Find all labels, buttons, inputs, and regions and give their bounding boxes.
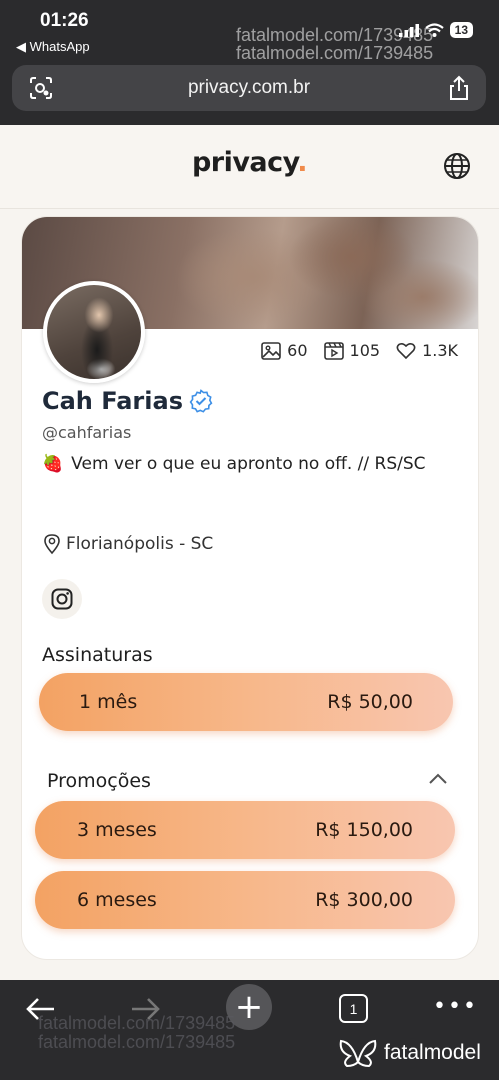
site-header: privacy. — [0, 125, 499, 209]
url-text: privacy.com.br — [187, 77, 311, 98]
plan-price: R$ 300,00 — [315, 889, 413, 911]
image-icon — [261, 341, 281, 360]
profile-bio: 🍓 Vem ver o que eu apronto no off. // RS… — [42, 454, 426, 474]
plan-6-months-button[interactable]: 6 meses R$ 300,00 — [35, 871, 455, 929]
status-time: 01:26 — [40, 10, 89, 31]
images-stat[interactable]: 60 — [261, 341, 308, 360]
plan-1-month-button[interactable]: 1 mês R$ 50,00 — [39, 673, 453, 731]
likes-count: 1.3K — [422, 341, 458, 360]
tabs-button[interactable]: 1 — [339, 994, 368, 1023]
plan-price: R$ 150,00 — [315, 819, 413, 841]
globe-icon[interactable] — [443, 152, 471, 180]
battery-indicator: 13 — [449, 22, 473, 38]
heart-icon — [396, 342, 416, 359]
fatalmodel-logo-text: fatalmodel — [384, 1041, 481, 1064]
videos-count: 105 — [349, 341, 381, 360]
plan-price: R$ 50,00 — [327, 691, 413, 713]
profile-stats: 60 105 1.3K — [261, 341, 458, 360]
privacy-logo[interactable]: privacy. — [0, 147, 499, 178]
strawberry-emoji: 🍓 — [42, 454, 64, 474]
brand-dot: . — [297, 147, 308, 178]
likes-stat[interactable]: 1.3K — [396, 341, 458, 360]
bio-text: Vem ver o que eu apronto no off. // RS/S… — [71, 454, 426, 474]
profile-card: 60 105 1.3K Cah Farias @cahfarias 🍓 Vem … — [21, 216, 479, 960]
avatar[interactable] — [43, 281, 145, 383]
profile-name: Cah Farias — [42, 387, 183, 415]
images-count: 60 — [287, 341, 308, 360]
share-icon[interactable] — [448, 75, 470, 101]
location-pin-icon — [44, 534, 60, 555]
more-options-icon[interactable]: ••• — [433, 994, 478, 1019]
plan-label: 6 meses — [77, 889, 157, 911]
brand-text: privacy — [191, 147, 298, 178]
browser-bottom-bar: + 1 ••• fatalmodel.com/1739485 fatalmode… — [0, 980, 499, 1080]
watermark-bottom-1: fatalmodel.com/1739485 — [38, 1013, 236, 1033]
plan-label: 1 mês — [79, 691, 138, 713]
butterfly-logo-icon — [339, 1039, 377, 1068]
browser-top-chrome: 01:26 ◀ WhatsApp 13 fatalmodel.com/17394… — [0, 0, 499, 125]
profile-location: Florianópolis - SC — [42, 533, 213, 555]
verified-badge-icon — [189, 389, 213, 413]
page-settings-icon[interactable] — [28, 76, 54, 100]
plan-3-months-button[interactable]: 3 meses R$ 150,00 — [35, 801, 455, 859]
video-icon — [323, 341, 344, 360]
profile-handle: @cahfarias — [42, 423, 132, 442]
promotions-title: Promoções — [47, 770, 151, 792]
url-bar[interactable]: privacy.com.br — [12, 65, 486, 111]
fatalmodel-logo: fatalmodel — [338, 1038, 481, 1068]
watermark-bottom-2: fatalmodel.com/1739485 — [38, 1032, 236, 1052]
instagram-icon — [51, 588, 73, 610]
instagram-button[interactable] — [42, 579, 82, 619]
name-row: Cah Farias — [42, 387, 213, 415]
plan-label: 3 meses — [77, 819, 157, 841]
back-to-whatsapp-link[interactable]: ◀ WhatsApp — [16, 39, 90, 55]
location-text: Florianópolis - SC — [66, 534, 214, 554]
videos-stat[interactable]: 105 — [323, 341, 381, 360]
chevron-up-icon[interactable] — [428, 773, 448, 785]
subscriptions-title: Assinaturas — [42, 644, 153, 666]
watermark-top-2: fatalmodel.com/1739485 — [236, 43, 434, 63]
